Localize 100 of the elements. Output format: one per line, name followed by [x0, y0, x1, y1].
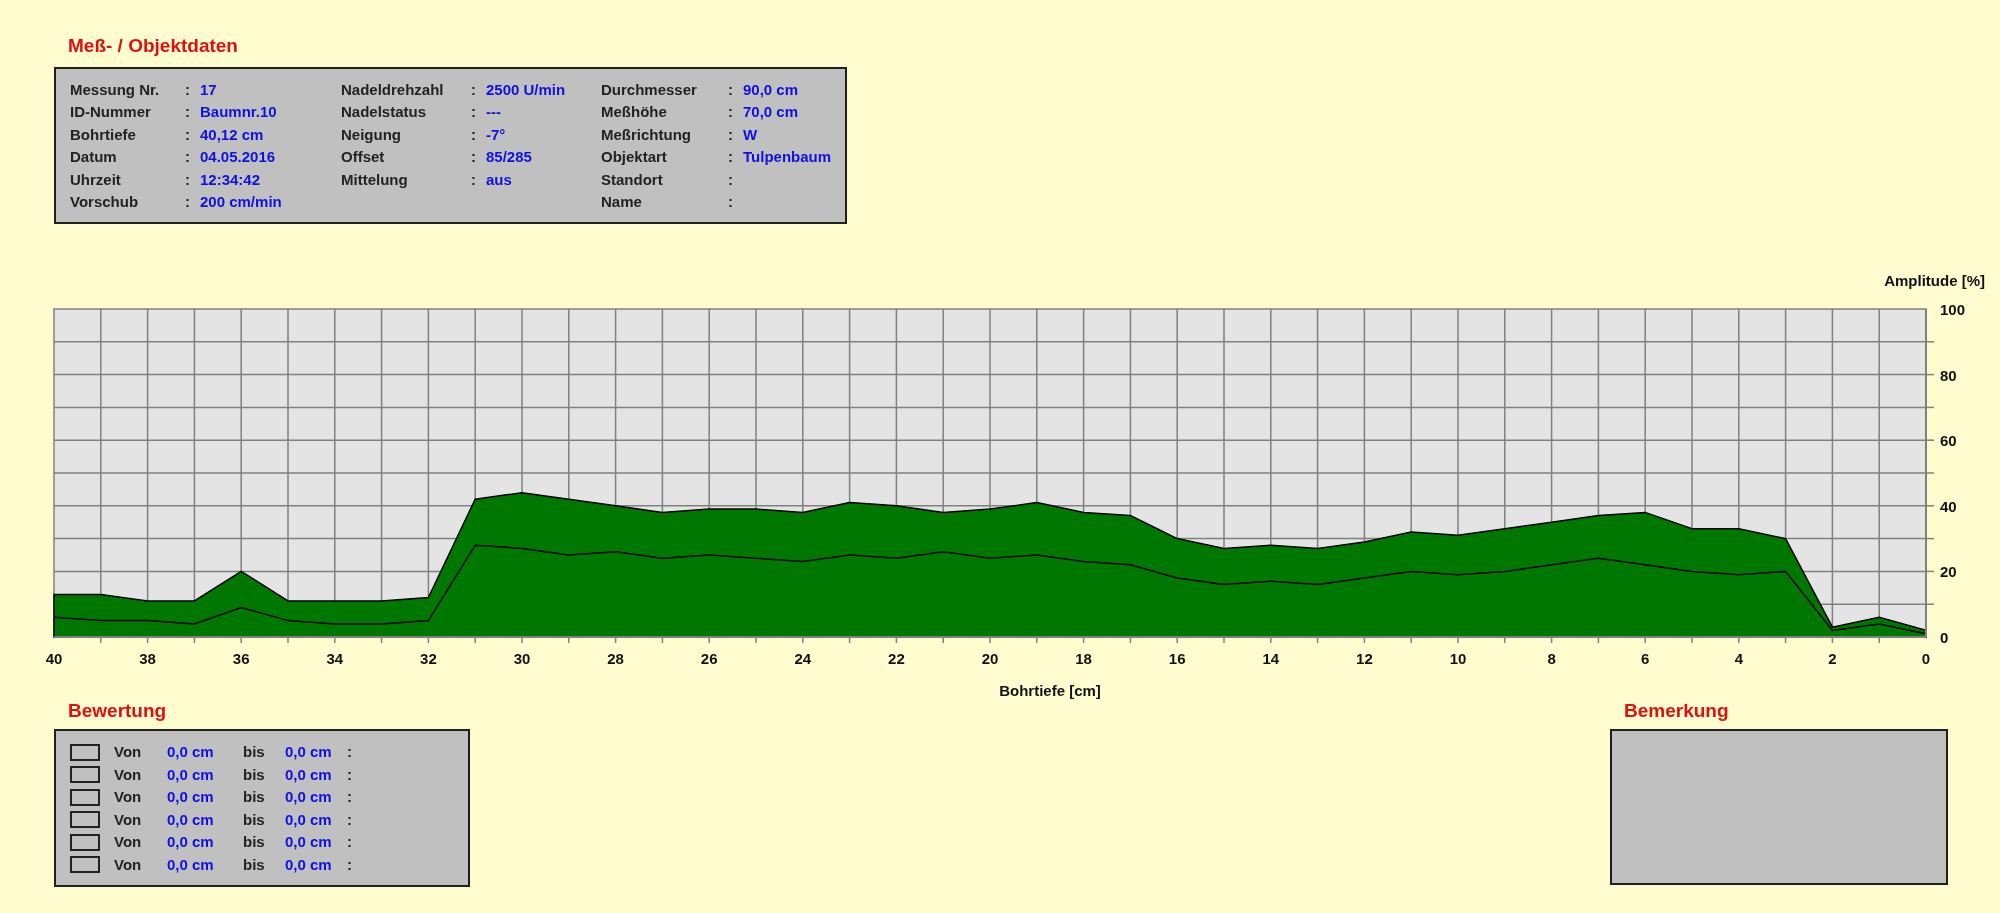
x-tick-label: 4 — [1734, 649, 1743, 667]
x-tick-label: 34 — [326, 649, 344, 667]
x-tick-label: 32 — [420, 649, 437, 667]
x-tick-label: 0 — [1921, 649, 1931, 667]
field-label: Objektart — [601, 147, 668, 167]
field-label: Datum — [70, 147, 118, 167]
to-label: bis — [242, 854, 266, 875]
field-value: Baumnr.10 — [200, 102, 277, 122]
to-value: 0,0 cm — [284, 832, 333, 852]
y-axis-label: Amplitude [%] — [1884, 271, 1985, 289]
color-swatch — [70, 856, 100, 874]
field-value: 70,0 cm — [743, 102, 799, 122]
field-value: --- — [486, 102, 501, 122]
x-tick-label: 26 — [700, 649, 718, 667]
field-colon: : — [728, 79, 734, 100]
field-colon: : — [185, 124, 191, 145]
x-tick-label: 8 — [1547, 649, 1556, 667]
x-tick-label: 18 — [1075, 649, 1092, 667]
color-swatch — [70, 833, 100, 851]
from-value: 0,0 cm — [167, 854, 215, 875]
from-value: 0,0 cm — [167, 809, 215, 830]
x-tick-label: 36 — [232, 649, 250, 667]
field-label: Standort — [601, 169, 664, 190]
field-value: 90,0 cm — [743, 79, 799, 100]
y-tick-label: 100 — [1940, 300, 1966, 318]
to-value: 0,0 cm — [284, 809, 333, 830]
y-tick-label: 20 — [1940, 562, 1957, 580]
row-colon: : — [347, 854, 352, 875]
x-axis-label: Bohrtiefe [cm] — [999, 681, 1101, 699]
field-label: Offset — [341, 147, 386, 167]
from-label: Von — [114, 832, 143, 852]
to-label: bis — [242, 832, 266, 852]
from-value: 0,0 cm — [167, 787, 215, 807]
x-tick-label: 12 — [1356, 649, 1373, 667]
field-value: 2500 U/min — [486, 79, 566, 100]
row-colon: : — [347, 742, 352, 762]
field-colon: : — [728, 124, 734, 145]
x-tick-label: 40 — [45, 649, 63, 667]
field-colon: : — [728, 192, 734, 212]
x-tick-label: 2 — [1828, 649, 1837, 667]
x-tick-label: 16 — [1168, 649, 1186, 667]
from-value: 0,0 cm — [167, 832, 215, 852]
y-tick-label: 60 — [1940, 431, 1957, 449]
x-tick-label: 6 — [1641, 649, 1650, 667]
field-label: Mittelung — [341, 169, 409, 190]
field-label: Vorschub — [70, 192, 140, 212]
field-value: Tulpenbaum — [743, 147, 832, 167]
y-tick-label: 80 — [1940, 366, 1957, 384]
field-colon: : — [185, 169, 191, 190]
x-tick-label: 30 — [513, 649, 531, 667]
field-label: ID-Nummer — [70, 102, 152, 122]
y-tick-label: 0 — [1940, 628, 1949, 646]
field-colon: : — [471, 124, 477, 145]
field-colon: : — [728, 102, 734, 122]
field-label: Bohrtiefe — [70, 124, 137, 145]
field-value: 12:34:42 — [200, 169, 261, 190]
field-label: Nadeldrehzahl — [341, 79, 445, 100]
from-value: 0,0 cm — [167, 764, 215, 785]
field-colon: : — [471, 102, 477, 122]
from-label: Von — [114, 809, 143, 830]
x-tick-label: 14 — [1262, 649, 1280, 667]
field-colon: : — [185, 102, 191, 122]
section-title: Meß- / Objektdaten — [68, 34, 239, 58]
field-label: Messung Nr. — [70, 79, 161, 100]
field-colon: : — [728, 147, 734, 167]
x-tick-label: 28 — [607, 649, 624, 667]
x-tick-label: 20 — [981, 649, 999, 667]
from-label: Von — [114, 742, 143, 762]
field-value: 17 — [200, 79, 217, 100]
to-label: bis — [242, 764, 266, 785]
field-value: 200 cm/min — [200, 192, 282, 212]
to-label: bis — [242, 742, 266, 762]
to-value: 0,0 cm — [284, 742, 333, 762]
to-label: bis — [242, 809, 266, 830]
to-label: bis — [242, 787, 266, 807]
color-swatch — [70, 766, 100, 784]
field-value: W — [743, 124, 758, 145]
to-value: 0,0 cm — [284, 764, 333, 785]
field-label: Meßhöhe — [601, 102, 668, 122]
y-tick-label: 40 — [1940, 497, 1957, 515]
field-label: Meßrichtung — [601, 124, 692, 145]
field-label: Uhrzeit — [70, 169, 122, 190]
x-tick-label: 38 — [139, 649, 156, 667]
field-colon: : — [185, 192, 191, 212]
from-value: 0,0 cm — [167, 742, 215, 762]
color-swatch — [70, 811, 100, 829]
field-value: -7° — [486, 124, 506, 145]
row-colon: : — [347, 764, 352, 785]
x-tick-label: 24 — [794, 649, 812, 667]
x-tick-label: 10 — [1449, 649, 1467, 667]
field-colon: : — [185, 147, 191, 167]
field-value: aus — [486, 169, 512, 190]
from-label: Von — [114, 854, 143, 875]
field-colon: : — [185, 79, 191, 100]
field-colon: : — [471, 147, 477, 167]
row-colon: : — [347, 787, 352, 807]
row-colon: : — [347, 809, 352, 830]
to-value: 0,0 cm — [284, 787, 333, 807]
from-label: Von — [114, 787, 143, 807]
field-label: Durchmesser — [601, 79, 698, 100]
